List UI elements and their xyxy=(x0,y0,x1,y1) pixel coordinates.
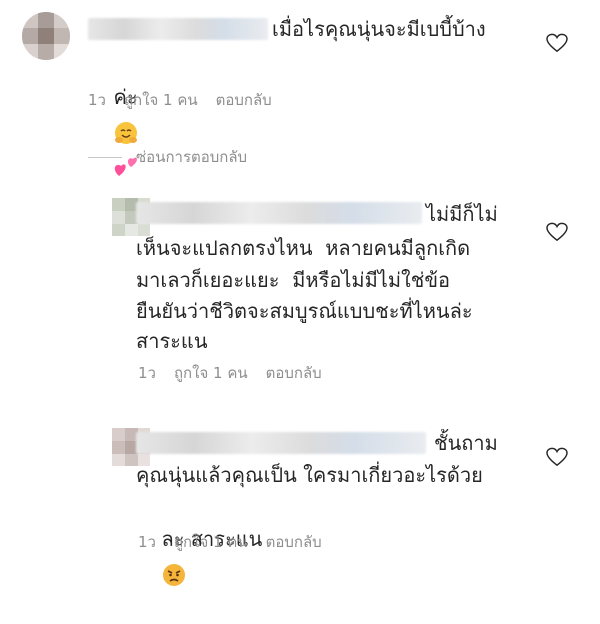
comment-text-line: เมื่อไรคุณนุ่นจะมีเบบี้บ้าง xyxy=(272,17,486,41)
comment-text-line: มาเลวก็เยอะแยะ มีหรือไม่มีไม่ใช่ข้อ xyxy=(136,268,451,292)
comment-time: 1ว xyxy=(138,364,156,382)
likes-count-link[interactable]: ถูกใจ 1 คน xyxy=(174,530,248,554)
comment-text-line: คุณนุ่นแล้วคุณเป็น ใครมาเกี่ยวอะไรด้วย xyxy=(136,463,483,487)
reply-button[interactable]: ตอบกลับ xyxy=(266,530,322,554)
heart-icon[interactable] xyxy=(546,33,568,53)
reply-button[interactable]: ตอบกลับ xyxy=(266,361,322,385)
hide-replies-label: ซ่อนการตอบกลับ xyxy=(136,148,248,166)
comment-text-line: ค่ะ xyxy=(88,46,141,216)
avatar[interactable] xyxy=(22,12,70,60)
comment-time: 1ว xyxy=(138,533,156,551)
heart-icon[interactable] xyxy=(546,447,568,467)
blurred-username[interactable] xyxy=(88,18,268,40)
comment-meta: 1ว ถูกใจ 1 คน ตอบกลับ xyxy=(138,361,322,385)
divider-line xyxy=(88,156,122,158)
comment-text-line: ละ สาระแน xyxy=(136,488,262,624)
reply-button[interactable]: ตอบกลับ xyxy=(216,88,272,112)
angry-face-emoji xyxy=(163,563,186,586)
blurred-username[interactable] xyxy=(136,202,422,224)
comment-text-line: สาระแน xyxy=(136,329,208,353)
comment-time: 1ว xyxy=(88,91,106,109)
heart-icon[interactable] xyxy=(546,222,568,242)
hide-replies-button[interactable]: ซ่อนการตอบกลับ xyxy=(88,145,247,169)
hugging-face-emoji xyxy=(115,121,138,144)
comment-text-line: ชั้นถาม xyxy=(434,431,498,455)
comment-meta: 1ว ถูกใจ 1 คน ตอบกลับ xyxy=(138,530,322,554)
blurred-username[interactable] xyxy=(136,432,426,454)
comment-text-line: ไม่มีก็ไม่ xyxy=(426,202,498,226)
comment-meta: 1ว ถูกใจ 1 คน ตอบกลับ xyxy=(88,88,272,112)
likes-count-link[interactable]: ถูกใจ 1 คน xyxy=(174,361,248,385)
comment-text-line: ยืนยันว่าชีวิตจะสมบูรณ์แบบชะที่ไหนล่ะ xyxy=(136,299,473,323)
comment-text-line: เห็นจะแปลกตรงไหน หลายคนมีลูกเกิด xyxy=(136,236,471,260)
likes-count-link[interactable]: ถูกใจ 1 คน xyxy=(124,88,198,112)
